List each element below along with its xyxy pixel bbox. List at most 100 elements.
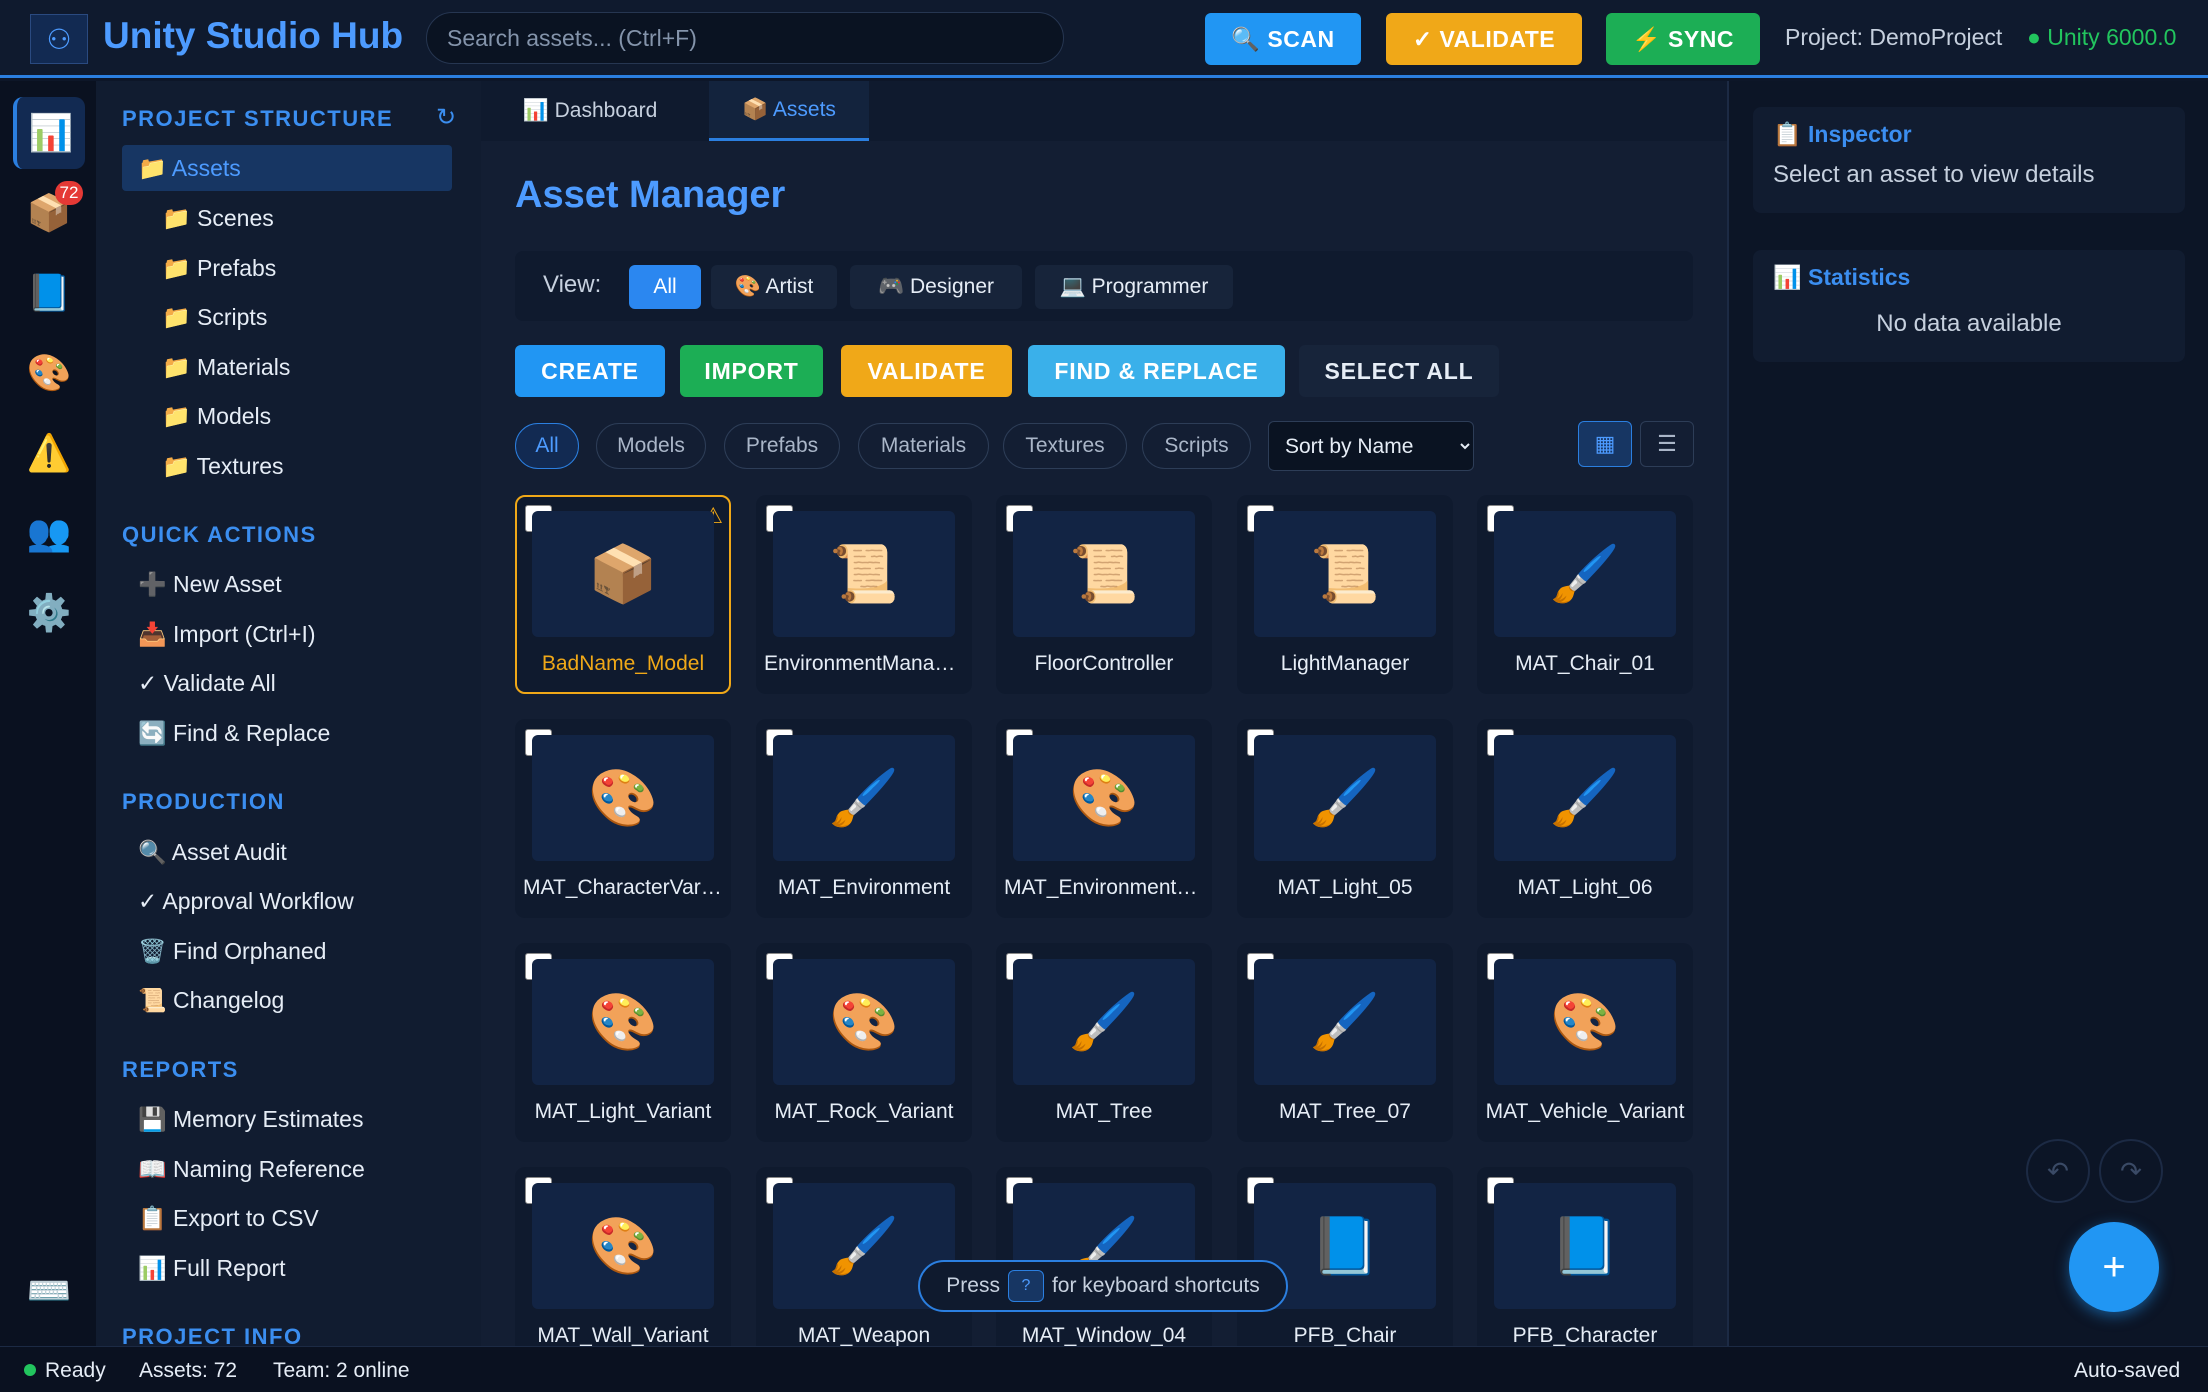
asset-card[interactable]: 🖌️ MAT_Weapon (756, 1167, 972, 1346)
asset-thumbnail-icon: 📜 (1013, 511, 1195, 637)
asset-card[interactable]: 🎨 MAT_Wall_Variant (515, 1167, 731, 1346)
rail-palette-icon[interactable]: 🎨 (13, 337, 85, 409)
export-csv-link[interactable]: 📋 Export to CSV (138, 1195, 319, 1241)
asset-card[interactable]: 🖌️ MAT_Window_04 (996, 1167, 1212, 1346)
approval-workflow-link[interactable]: ✓ Approval Workflow (138, 878, 354, 924)
refresh-icon[interactable]: ↻ (436, 103, 456, 132)
top-bar: ⚇ Unity Studio Hub 🔍 SCAN ✓ VALIDATE ⚡ S… (0, 0, 2208, 78)
asset-card[interactable]: 🖌️ MAT_Environment (756, 719, 972, 918)
asset-thumbnail-icon: 🎨 (532, 735, 714, 861)
asset-name: FloorController (1034, 652, 1174, 675)
tree-item-materials[interactable]: 📁 Materials (162, 344, 290, 390)
filter-models-chip[interactable]: Models (596, 423, 706, 469)
asset-thumbnail-icon: 📜 (773, 511, 955, 637)
tab-dashboard[interactable]: 📊 Dashboard (515, 81, 665, 141)
select-all-button[interactable]: SELECT ALL (1299, 345, 1499, 397)
sync-button[interactable]: ⚡ SYNC (1606, 13, 1760, 65)
asset-thumbnail-icon: 🎨 (1013, 735, 1195, 861)
redo-icon[interactable]: ↷ (2099, 1139, 2163, 1203)
asset-card[interactable]: 🎨 MAT_Light_Variant (515, 943, 731, 1142)
asset-name: MAT_Light_Variant (534, 1100, 712, 1123)
rail-assets-icon[interactable]: 📦 72 (13, 177, 85, 249)
search-input[interactable] (426, 12, 1064, 64)
find-replace-button[interactable]: FIND & REPLACE (1028, 345, 1285, 397)
asset-card[interactable]: 🖌️ MAT_Light_05 (1237, 719, 1453, 918)
asset-card[interactable]: 🎨 MAT_CharacterVariant (515, 719, 731, 918)
asset-card[interactable]: 🖌️ MAT_Chair_01 (1477, 495, 1693, 694)
rail-team-icon[interactable]: 👥 (13, 497, 85, 569)
asset-name: MAT_Weapon (797, 1324, 931, 1346)
asset-card[interactable]: 🎨 MAT_Rock_Variant (756, 943, 972, 1142)
asset-thumbnail-icon: 🖌️ (773, 735, 955, 861)
view-designer-button[interactable]: 🎮 Designer (850, 265, 1022, 309)
validate-all-link[interactable]: ✓ Validate All (138, 660, 276, 706)
asset-card[interactable]: 🎨 MAT_Vehicle_Variant (1477, 943, 1693, 1142)
asset-name: MAT_EnvironmentVariant (1004, 876, 1204, 899)
import-button[interactable]: IMPORT (680, 345, 823, 397)
validate-assets-button[interactable]: VALIDATE (841, 345, 1012, 397)
unity-logo-icon: ⚇ (30, 14, 88, 64)
tree-item-scripts[interactable]: 📁 Scripts (162, 294, 267, 340)
filter-prefabs-chip[interactable]: Prefabs (724, 423, 840, 469)
list-view-button[interactable]: ☰ (1640, 421, 1694, 467)
page-title: Asset Manager (515, 174, 786, 216)
asset-card[interactable]: 🖌️ MAT_Tree_07 (1237, 943, 1453, 1142)
tree-item-assets[interactable]: 📁 Assets (122, 145, 452, 191)
tree-item-prefabs[interactable]: 📁 Prefabs (162, 245, 276, 291)
asset-thumbnail-icon: 🎨 (1494, 959, 1676, 1085)
filter-scripts-chip[interactable]: Scripts (1142, 423, 1251, 469)
asset-card[interactable]: 📜 FloorController (996, 495, 1212, 694)
asset-card[interactable]: ⚠📦BadName_Model (515, 495, 731, 694)
asset-card[interactable]: 🎨 MAT_EnvironmentVariant (996, 719, 1212, 918)
palette-icon: 🎨 (26, 352, 72, 393)
tree-item-models[interactable]: 📁 Models (162, 393, 271, 439)
new-asset-link[interactable]: ➕ New Asset (138, 561, 282, 607)
asset-audit-link[interactable]: 🔍 Asset Audit (138, 829, 287, 875)
asset-card[interactable]: 📜 LightManager (1237, 495, 1453, 694)
tree-item-scenes[interactable]: 📁 Scenes (162, 195, 274, 241)
import-link[interactable]: 📥 Import (Ctrl+I) (138, 611, 316, 657)
add-fab-button[interactable]: + (2069, 1222, 2159, 1312)
undo-icon[interactable]: ↶ (2026, 1139, 2090, 1203)
tree-item-textures[interactable]: 📁 Textures (162, 443, 284, 489)
status-bar: Ready Assets: 72 Team: 2 online Auto-sav… (0, 1346, 2208, 1392)
asset-card[interactable]: 📘 PFB_Chair (1237, 1167, 1453, 1346)
asset-grid: ⚠📦BadName_Model📜EnvironmentManager📜Floor… (515, 495, 1693, 1346)
project-label: Project: DemoProject (1785, 24, 2003, 50)
filter-textures-chip[interactable]: Textures (1003, 423, 1127, 469)
sort-select[interactable]: Sort by Name (1268, 421, 1474, 471)
asset-thumbnail-icon: 📦 (532, 511, 714, 637)
find-replace-link[interactable]: 🔄 Find & Replace (138, 710, 330, 756)
statistics-body: No data available (1876, 310, 2062, 337)
naming-reference-link[interactable]: 📖 Naming Reference (138, 1146, 365, 1192)
filter-all-chip[interactable]: All (515, 423, 579, 469)
create-button[interactable]: CREATE (515, 345, 665, 397)
rail-settings-icon[interactable]: ⚙️ (13, 577, 85, 649)
grid-view-button[interactable]: ▦ (1578, 421, 1632, 467)
tab-assets[interactable]: 📦 Assets (709, 81, 869, 141)
view-all-button[interactable]: All (629, 265, 701, 309)
rail-dashboard-icon[interactable]: 📊 (13, 97, 85, 169)
filter-materials-chip[interactable]: Materials (858, 423, 989, 469)
asset-card[interactable]: 📜 EnvironmentManager (756, 495, 972, 694)
asset-name: MAT_Tree (1055, 1100, 1153, 1123)
validate-button[interactable]: ✓ VALIDATE (1386, 13, 1582, 65)
scan-button[interactable]: 🔍 SCAN (1205, 13, 1361, 65)
asset-card[interactable]: 📘 PFB_Character (1477, 1167, 1693, 1346)
rail-docs-icon[interactable]: 📘 (13, 257, 85, 329)
asset-card[interactable]: 🖌️ MAT_Light_06 (1477, 719, 1693, 918)
find-orphaned-link[interactable]: 🗑️ Find Orphaned (138, 928, 326, 974)
statistics-panel: 📊 Statistics No data available (1753, 250, 2185, 362)
view-programmer-button[interactable]: 💻 Programmer (1035, 265, 1233, 309)
keyboard-shortcut-hint[interactable]: Press ? for keyboard shortcuts (918, 1260, 1288, 1312)
asset-name: MAT_Light_05 (1277, 876, 1413, 899)
rail-warning-icon[interactable]: ⚠️ (13, 417, 85, 489)
changelog-link[interactable]: 📜 Changelog (138, 977, 284, 1023)
rail-keyboard-icon[interactable]: ⌨️ (13, 1255, 85, 1327)
view-artist-button[interactable]: 🎨 Artist (711, 265, 837, 309)
asset-thumbnail-icon: 🖌️ (1494, 511, 1676, 637)
memory-estimates-link[interactable]: 💾 Memory Estimates (138, 1096, 363, 1142)
asset-name: MAT_Chair_01 (1515, 652, 1655, 675)
asset-card[interactable]: 🖌️ MAT_Tree (996, 943, 1212, 1142)
full-report-link[interactable]: 📊 Full Report (138, 1245, 286, 1291)
